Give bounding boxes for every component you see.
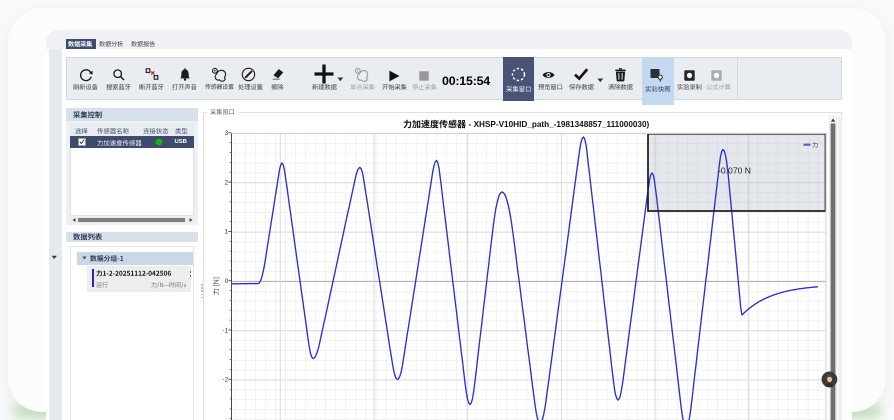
svg-text:3: 3 — [225, 130, 229, 137]
svg-text:-0.070 N: -0.070 N — [718, 166, 751, 176]
svg-text:-1: -1 — [222, 327, 228, 334]
svg-text:-2: -2 — [222, 377, 228, 384]
svg-text:1: 1 — [225, 229, 229, 236]
svg-text:2: 2 — [225, 179, 229, 186]
svg-text:0: 0 — [225, 278, 229, 285]
